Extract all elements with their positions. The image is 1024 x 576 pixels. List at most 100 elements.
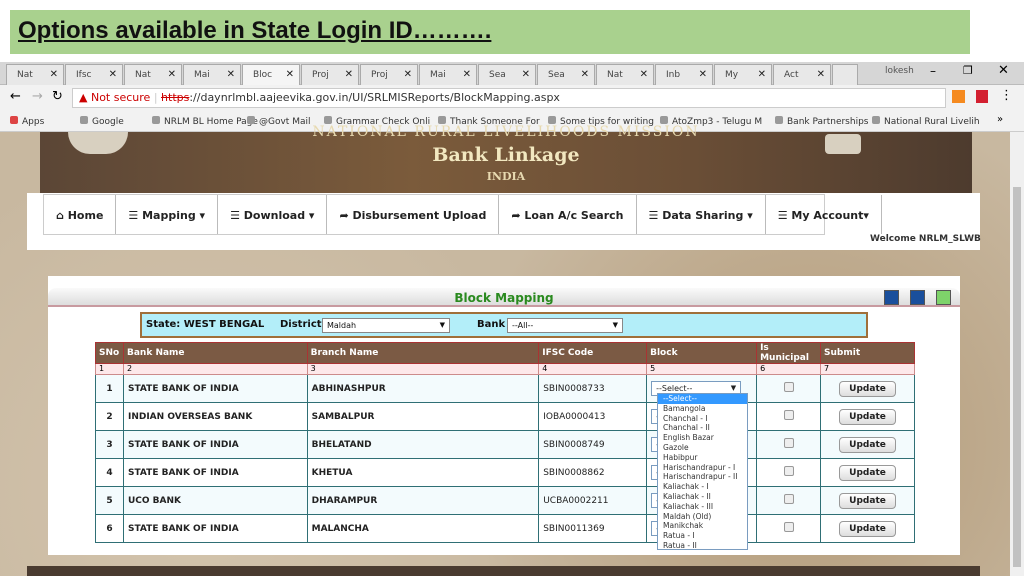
block-option[interactable]: Harischandrapur - I [658, 463, 747, 473]
block-option[interactable]: Kaliachak - II [658, 492, 747, 502]
browser-tab[interactable]: Sea ✕ [537, 64, 595, 85]
update-button[interactable]: Update [839, 520, 896, 537]
close-tab-icon[interactable]: ✕ [50, 69, 58, 80]
close-tab-icon[interactable]: ✕ [109, 69, 117, 80]
browser-tab[interactable]: Inb ✕ [655, 64, 713, 85]
chevron-down-icon: ▼ [612, 321, 618, 329]
share-icon: ➦ [511, 209, 525, 222]
close-tab-icon[interactable]: ✕ [168, 69, 176, 80]
browser-tab[interactable]: Nat ✕ [596, 64, 654, 85]
block-option[interactable]: English Bazar [658, 433, 747, 443]
browser-tab[interactable]: Nat ✕ [124, 64, 182, 85]
browser-tab[interactable]: Ifsc ✕ [65, 64, 123, 85]
browser-tab[interactable]: My ✕ [714, 64, 772, 85]
close-tab-icon[interactable]: ✕ [463, 69, 471, 80]
block-option[interactable]: Gazole [658, 443, 747, 453]
update-button[interactable]: Update [839, 408, 896, 425]
minimize-icon[interactable]: – [930, 64, 936, 78]
block-option[interactable]: --Select-- [658, 394, 747, 404]
close-tab-icon[interactable]: ✕ [345, 69, 353, 80]
nav-item[interactable]: ☰ My Account▾ [766, 195, 882, 234]
update-button[interactable]: Update [839, 464, 896, 481]
update-button[interactable]: Update [839, 380, 896, 397]
reload-icon[interactable]: ↻ [52, 89, 63, 104]
extension-icon[interactable] [952, 90, 965, 103]
close-window-icon[interactable]: ✕ [998, 63, 1009, 78]
block-option[interactable]: Chanchal - II [658, 423, 747, 433]
close-tab-icon[interactable]: ✕ [227, 69, 235, 80]
browser-tab[interactable]: Proj ✕ [301, 64, 359, 85]
upload-icon[interactable] [884, 290, 899, 305]
back-arrow-icon[interactable] [910, 290, 925, 305]
district-select[interactable]: Maldah ▼ [322, 318, 450, 333]
block-option[interactable]: Ratua - II [658, 541, 747, 551]
browser-tab[interactable]: Mai ✕ [183, 64, 241, 85]
column-number: 1 [95, 363, 124, 375]
new-tab-button[interactable] [832, 64, 858, 85]
more-bookmarks-icon[interactable]: » [997, 114, 1003, 125]
nav-item[interactable]: ⌂ Home [44, 195, 117, 234]
bookmark-icon [548, 116, 556, 124]
close-tab-icon[interactable]: ✕ [699, 69, 707, 80]
restore-icon[interactable]: ❐ [963, 64, 973, 77]
nav-label: Download ▾ [243, 209, 315, 222]
browser-tab[interactable]: Sea ✕ [478, 64, 536, 85]
is-municipal-checkbox[interactable] [783, 466, 794, 476]
browser-tab[interactable]: Nat ✕ [6, 64, 64, 85]
close-tab-icon[interactable]: ✕ [758, 69, 766, 80]
nav-item[interactable]: ☰ Mapping ▾ [116, 195, 219, 234]
block-dropdown-list[interactable]: --Select-- Bamangola Chanchal - I Chanchal … [657, 393, 748, 550]
nav-item[interactable]: ☰ Download ▾ [218, 195, 328, 234]
update-button[interactable]: Update [839, 436, 896, 453]
is-municipal-checkbox[interactable] [783, 410, 794, 420]
nav-item[interactable]: ☰ Data Sharing ▾ [637, 195, 766, 234]
nav-item[interactable]: ➦ Disbursement Upload [327, 195, 500, 234]
security-status[interactable]: Not secure [91, 91, 150, 104]
tab-title: Mai [194, 70, 210, 80]
update-button[interactable]: Update [839, 492, 896, 509]
table-row: 6STATE BANK OF INDIAMALANCHASBIN0011369-… [95, 514, 915, 543]
browser-tab[interactable]: Proj ✕ [360, 64, 418, 85]
browser-tab[interactable]: Mai ✕ [419, 64, 477, 85]
browser-tab[interactable]: Act ✕ [773, 64, 831, 85]
close-tab-icon[interactable]: ✕ [581, 69, 589, 80]
close-tab-icon[interactable]: ✕ [640, 69, 648, 80]
list-icon: ☰ [230, 209, 244, 222]
block-option[interactable]: Chanchal - I [658, 414, 747, 424]
nav-item[interactable]: ➦ Loan A/c Search [499, 195, 637, 234]
scrollbar[interactable] [1010, 132, 1024, 576]
column-number: 6 [756, 363, 822, 375]
is-municipal-checkbox[interactable] [783, 438, 794, 448]
menu-icon[interactable]: ⋮ [1000, 88, 1013, 103]
close-tab-icon[interactable]: ✕ [404, 69, 412, 80]
block-option[interactable]: Ratua - I [658, 531, 747, 541]
back-icon[interactable]: ← [10, 89, 21, 104]
is-municipal-checkbox[interactable] [783, 494, 794, 504]
bookmark-icon [247, 116, 255, 124]
block-option[interactable]: Bamangola [658, 404, 747, 414]
is-municipal-checkbox[interactable] [783, 522, 794, 532]
excel-export-icon[interactable] [936, 290, 951, 305]
bank-select[interactable]: --All-- ▼ [507, 318, 623, 333]
forward-icon[interactable]: → [32, 89, 43, 104]
table-row: 1 STATE BANK OF INDIA ABHINASHPUR SBIN00087… [95, 374, 915, 403]
profile-name[interactable]: lokesh [885, 66, 914, 76]
block-option[interactable]: Manikchak [658, 521, 747, 531]
nav-label: Mapping ▾ [142, 209, 206, 222]
block-option[interactable]: Kaliachak - III [658, 502, 747, 512]
block-option[interactable]: Kaliachak - I [658, 482, 747, 492]
header-mission: NATIONAL RURAL LIVELIHOODS MISSION [312, 124, 700, 140]
close-tab-icon[interactable]: ✕ [522, 69, 530, 80]
block-option[interactable]: Habibpur [658, 453, 747, 463]
table-cell: SBIN0008733 [538, 374, 648, 403]
browser-tab[interactable]: Bloc ✕ [242, 64, 300, 85]
block-option[interactable]: Maldah (Old) [658, 512, 747, 522]
header-title: Bank Linkage [432, 144, 580, 166]
close-tab-icon[interactable]: ✕ [817, 69, 825, 80]
submit-cell: Update [820, 514, 915, 543]
close-tab-icon[interactable]: ✕ [286, 69, 294, 80]
extension-icon[interactable] [976, 90, 988, 103]
is-municipal-checkbox[interactable] [783, 382, 794, 392]
block-option[interactable]: Harischandrapur - II [658, 472, 747, 482]
url-input[interactable]: ▲ Not secure | https://daynrlmbl.aajeevi… [72, 88, 946, 108]
